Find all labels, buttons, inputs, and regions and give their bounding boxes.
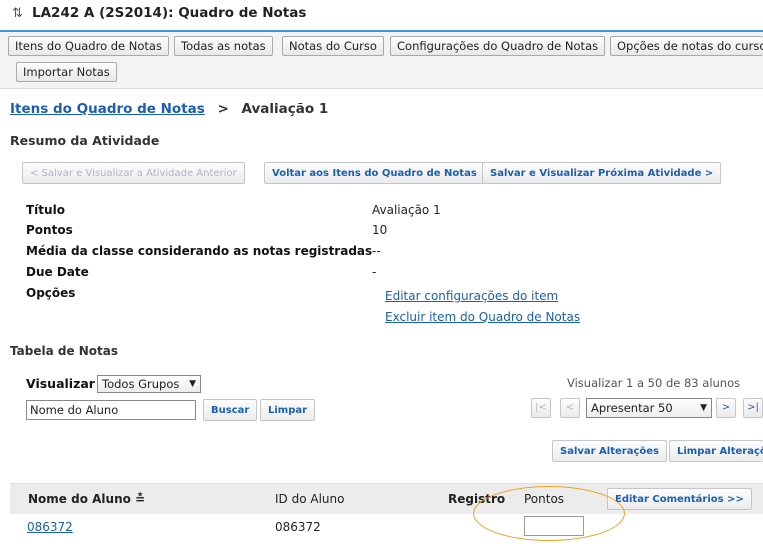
clear-search-button[interactable]: Limpar xyxy=(260,399,316,421)
triangle-down-icon: ▼ xyxy=(700,403,707,413)
first-page-button[interactable]: |< xyxy=(531,398,551,418)
detail-value-title: Avaliação 1 xyxy=(372,203,441,217)
triangle-down-icon: ▼ xyxy=(189,379,196,389)
edit-comments-button[interactable]: Editar Comentários >> xyxy=(607,488,752,510)
toolbar-button-gradebook-items[interactable]: Itens do Quadro de Notas xyxy=(8,36,169,56)
detail-value-due-date: - xyxy=(372,265,377,279)
toolbar-button-import-grades[interactable]: Importar Notas xyxy=(16,62,117,82)
page-size-select[interactable]: Apresentar 50 ▼ xyxy=(586,398,712,418)
points-input[interactable] xyxy=(524,516,584,536)
pager-info: Visualizar 1 a 50 de 83 alunos xyxy=(567,376,741,390)
toolbar-button-course-grade-options[interactable]: Opções de notas do curso xyxy=(610,36,763,56)
previous-page-button[interactable]: < xyxy=(560,398,580,418)
column-header-student-id: ID do Aluno xyxy=(275,492,345,506)
last-page-button[interactable]: >| xyxy=(743,398,763,418)
section-title: Resumo da Atividade xyxy=(10,133,160,148)
table-row: 086372 086372 xyxy=(10,514,763,544)
save-view-next-button[interactable]: Salvar e Visualizar Próxima Atividade > xyxy=(482,162,722,184)
breadcrumb-current: Avaliação 1 xyxy=(241,101,329,117)
sort-icon: ≛ xyxy=(135,492,146,506)
student-id: 086372 xyxy=(275,520,321,534)
column-header-student-name-label: Nome do Aluno xyxy=(28,492,131,506)
page-size-value: Apresentar 50 xyxy=(591,401,673,415)
save-changes-button[interactable]: Salvar Alterações xyxy=(552,440,667,462)
column-header-points: Pontos xyxy=(524,492,565,506)
group-filter-value: Todos Grupos xyxy=(102,377,180,391)
edit-item-settings-link[interactable]: Editar configurações do item xyxy=(385,289,558,303)
toolbar-button-gradebook-settings[interactable]: Configurações do Quadro de Notas xyxy=(390,36,606,56)
breadcrumb-separator: > xyxy=(217,101,229,117)
toolbar-button-all-grades[interactable]: Todas as notas xyxy=(174,36,273,56)
detail-label-class-average: Média da classe considerando as notas re… xyxy=(26,244,373,258)
save-view-previous-button[interactable]: < Salvar e Visualizar a Atividade Anteri… xyxy=(22,162,245,184)
back-to-items-button[interactable]: Voltar aos Itens do Quadro de Notas xyxy=(264,162,485,184)
view-label: Visualizar xyxy=(26,376,95,391)
group-filter-select[interactable]: Todos Grupos ▼ xyxy=(97,375,201,393)
next-page-button[interactable]: > xyxy=(716,398,736,418)
detail-value-class-average: -- xyxy=(372,244,381,258)
detail-label-points: Pontos xyxy=(26,223,73,237)
column-header-registro: Registro xyxy=(448,492,506,506)
toolbar: Itens do Quadro de Notas Todas as notas … xyxy=(0,32,763,89)
grade-table-title: Tabela de Notas xyxy=(10,344,119,358)
grade-table-header: Nome do Aluno ≛ ID do Aluno Registro Pon… xyxy=(10,483,763,514)
detail-label-due-date: Due Date xyxy=(26,265,89,279)
sync-arrows-icon[interactable]: ⇅ xyxy=(12,6,23,21)
detail-label-options: Opções xyxy=(26,286,76,300)
student-search-input[interactable] xyxy=(26,400,196,420)
detail-label-title: Título xyxy=(26,203,65,217)
detail-value-points: 10 xyxy=(372,223,388,237)
breadcrumb: Itens do Quadro de Notas > Avaliação 1 xyxy=(10,101,328,117)
page-title: LA242 A (2S2014): Quadro de Notas xyxy=(32,5,307,21)
student-name-link[interactable]: 086372 xyxy=(27,520,73,534)
delete-item-link[interactable]: Excluir item do Quadro de Notas xyxy=(385,310,580,324)
breadcrumb-link-gradebook-items[interactable]: Itens do Quadro de Notas xyxy=(10,101,205,117)
column-header-student-name[interactable]: Nome do Aluno ≛ xyxy=(28,492,145,506)
clear-changes-button[interactable]: Limpar Alterações xyxy=(669,440,763,462)
search-button[interactable]: Buscar xyxy=(203,399,258,421)
toolbar-button-course-grades[interactable]: Notas do Curso xyxy=(282,36,384,56)
